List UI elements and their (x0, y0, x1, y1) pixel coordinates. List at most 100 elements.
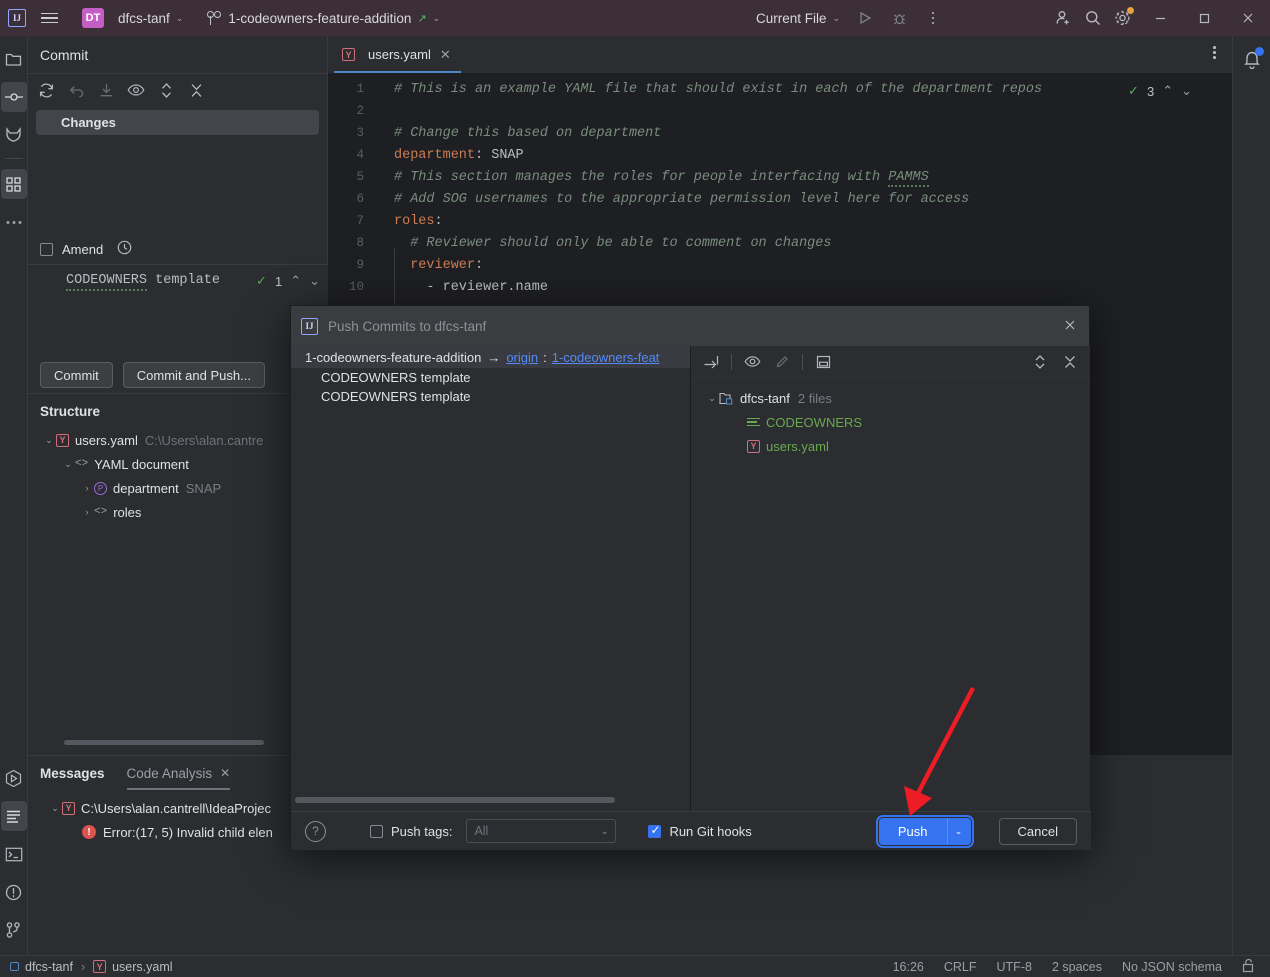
status-json-schema[interactable]: No JSON schema (1122, 960, 1222, 974)
sidebar-item-commit[interactable] (0, 82, 27, 112)
commit-message-field[interactable]: CODEOWNERS template ✓ 1 ⌃ ⌄ (28, 264, 328, 357)
code-line[interactable]: # This section manages the roles for peo… (394, 170, 929, 187)
close-icon[interactable]: ✕ (220, 766, 230, 780)
status-indent[interactable]: 2 spaces (1052, 960, 1102, 974)
show-diff-icon[interactable] (126, 80, 146, 100)
push-file-row[interactable]: CODEOWNERS (691, 410, 1090, 434)
more-tool-windows-icon[interactable] (1, 207, 27, 237)
chevron-down-icon[interactable]: ⌄ (946, 817, 971, 845)
push-file-tree[interactable]: ⌄ dfcs-tanf 2 files CODEOWNERS Yusers.yaml (691, 378, 1090, 458)
chevron-right-icon[interactable]: › (80, 507, 94, 517)
commit-button[interactable]: Commit (40, 362, 113, 388)
minimize-window-button[interactable] (1138, 0, 1182, 36)
close-window-button[interactable] (1226, 0, 1270, 36)
problems-icon[interactable] (1, 877, 27, 907)
push-branch-row[interactable]: 1-codeowners-feature-addition → origin :… (291, 346, 690, 368)
chevron-down-icon[interactable]: ⌄ (705, 393, 719, 404)
push-commit-item[interactable]: CODEOWNERS template (291, 368, 690, 387)
push-tags-checkbox[interactable] (370, 824, 383, 838)
run-tool-icon[interactable] (1, 763, 27, 793)
cancel-button[interactable]: Cancel (998, 817, 1077, 845)
project-selector[interactable]: DT dfcs-tanf ⌄ (76, 5, 189, 31)
amend-checkbox[interactable] (40, 242, 53, 256)
tab-messages[interactable]: Messages (40, 756, 105, 790)
terminal-icon[interactable] (1, 839, 27, 869)
breadcrumb[interactable]: dfcs-tanf › Y users.yaml (10, 960, 173, 974)
code-line[interactable]: - reviewer.name (394, 280, 548, 295)
edit-source-icon[interactable] (772, 352, 792, 372)
commit-and-push-button[interactable]: Commit and Push... (122, 362, 265, 388)
structure-tree-row[interactable]: › <> roles (28, 500, 327, 524)
close-icon[interactable] (1063, 318, 1077, 335)
refresh-icon[interactable] (36, 80, 56, 100)
debug-icon[interactable] (884, 3, 914, 33)
more-actions-icon[interactable] (918, 3, 948, 33)
tab-users-yaml[interactable]: Y users.yaml ✕ (328, 36, 461, 73)
push-tags-select[interactable]: All ⌄ (466, 819, 617, 843)
push-remote-branch[interactable]: 1-codeowners-feat (552, 350, 660, 365)
structure-tree[interactable]: ⌄ Yusers.yaml C:\Users\alan.cantre ⌄ <> YAML … (28, 428, 327, 524)
inspection-widget[interactable]: ✓ 3 ⌃ ⌄ (1128, 83, 1192, 99)
push-file-row[interactable]: Yusers.yaml (691, 434, 1090, 458)
changes-node[interactable]: Changes (36, 110, 319, 135)
settings-icon[interactable] (1108, 3, 1138, 33)
chevron-down-icon[interactable]: ⌄ (48, 803, 62, 814)
close-icon[interactable]: ✕ (440, 47, 451, 63)
prev-problem-icon[interactable]: ⌃ (290, 273, 301, 289)
commit-message-inspection[interactable]: ✓ 1 ⌃ ⌄ (256, 273, 320, 289)
group-by-icon[interactable] (701, 352, 721, 372)
code-line[interactable]: reviewer: (394, 258, 483, 273)
next-problem-icon[interactable]: ⌄ (309, 273, 320, 289)
code-line[interactable]: department: SNAP (394, 148, 524, 163)
sidebar-item-structure[interactable] (0, 169, 27, 199)
code-line[interactable]: # Add SOG usernames to the appropriate p… (394, 192, 969, 207)
chevron-right-icon[interactable]: › (80, 483, 94, 493)
push-commit-list[interactable]: 1-codeowners-feature-addition → origin :… (291, 346, 691, 811)
status-encoding[interactable]: UTF-8 (997, 960, 1032, 974)
update-icon[interactable] (96, 80, 116, 100)
sidebar-item-gitlab[interactable] (1, 120, 27, 150)
structure-tree-row[interactable]: › Pdepartment SNAP (28, 476, 327, 500)
search-icon[interactable] (1078, 3, 1108, 33)
push-remote[interactable]: origin (506, 350, 538, 365)
history-icon[interactable] (117, 240, 132, 258)
commit-panel-title: Commit (28, 36, 327, 74)
expand-all-icon[interactable] (1030, 352, 1050, 372)
chevron-down-icon[interactable]: ⌄ (61, 459, 75, 470)
push-file-row[interactable]: ⌄ dfcs-tanf 2 files (691, 386, 1090, 410)
code-line[interactable]: # This is an example YAML file that shou… (394, 82, 1042, 97)
git-tool-icon[interactable] (1, 915, 27, 945)
preview-icon[interactable] (813, 352, 833, 372)
push-commit-item[interactable]: CODEOWNERS template (291, 387, 690, 406)
expand-collapse-icon[interactable] (156, 80, 176, 100)
structure-tree-row[interactable]: ⌄ <> YAML document (28, 452, 327, 476)
structure-horizontal-scrollbar[interactable] (64, 740, 264, 745)
prev-problem-icon[interactable]: ⌃ (1162, 83, 1173, 99)
show-diff-icon[interactable] (742, 352, 762, 372)
structure-tree-row[interactable]: ⌄ Yusers.yaml C:\Users\alan.cantre (28, 428, 327, 452)
rollback-icon[interactable] (66, 80, 86, 100)
maximize-window-button[interactable] (1182, 0, 1226, 36)
tab-code-analysis[interactable]: Code Analysis ✕ (126, 756, 230, 790)
code-line[interactable]: # Change this based on department (394, 126, 661, 141)
help-icon[interactable]: ? (305, 820, 326, 842)
editor-more-actions-icon[interactable] (1213, 46, 1216, 59)
push-list-horizontal-scrollbar[interactable] (295, 797, 615, 803)
hamburger-menu-icon[interactable] (36, 5, 62, 31)
add-collaborator-icon[interactable] (1048, 3, 1078, 33)
status-line-separator[interactable]: CRLF (944, 960, 977, 974)
run-icon[interactable] (850, 3, 880, 33)
next-problem-icon[interactable]: ⌄ (1181, 83, 1192, 99)
run-git-hooks-checkbox[interactable] (648, 823, 662, 838)
run-configuration-selector[interactable]: Current File ⌄ (750, 8, 846, 29)
collapse-all-icon[interactable] (1060, 352, 1080, 372)
branch-selector[interactable]: 1-codeowners-feature-addition ↗ ⌄ (201, 8, 446, 29)
code-line[interactable]: roles: (394, 214, 443, 229)
sidebar-item-project[interactable] (1, 44, 27, 74)
unlocked-icon[interactable] (1242, 958, 1256, 976)
push-button[interactable]: Push (878, 817, 947, 845)
chevron-down-icon[interactable]: ⌄ (42, 435, 56, 446)
collapse-all-icon[interactable] (186, 80, 206, 100)
messages-tool-icon[interactable] (0, 801, 27, 831)
code-line[interactable]: # Reviewer should only be able to commen… (394, 236, 831, 251)
